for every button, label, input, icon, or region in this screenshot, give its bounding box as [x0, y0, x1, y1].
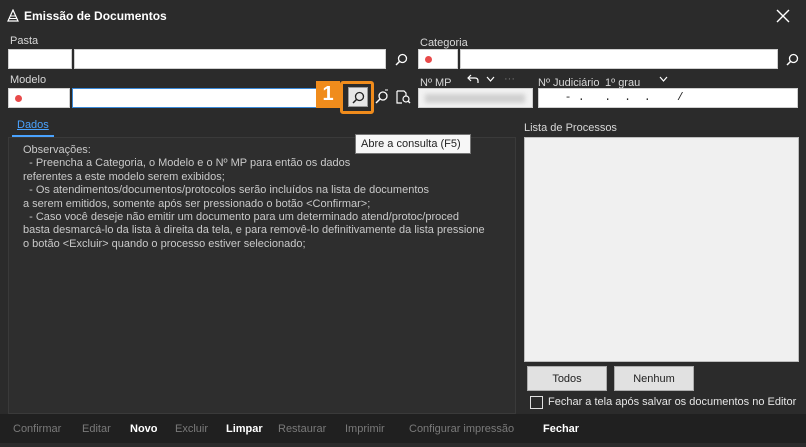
todos-button[interactable]: Todos	[527, 366, 607, 391]
categoria-code-field[interactable]	[418, 49, 458, 69]
imprimir-button[interactable]: Imprimir	[345, 423, 385, 435]
pasta-search-button[interactable]	[392, 50, 410, 68]
pasta-name-field[interactable]	[74, 49, 386, 69]
lista-processos-label: Lista de Processos	[524, 122, 617, 134]
window-title: Emissão de Documentos	[24, 9, 167, 23]
more-options-icon[interactable]: ···	[504, 73, 515, 85]
chevron-down-icon	[659, 76, 667, 82]
undo-button[interactable]	[466, 73, 480, 85]
close-button[interactable]	[770, 4, 796, 28]
dados-panel: Observações: - Preencha a Categoria, o M…	[8, 137, 516, 414]
editar-button[interactable]: Editar	[82, 423, 111, 435]
required-indicator	[15, 95, 22, 102]
document-search-icon	[396, 90, 411, 104]
observation-line: referentes a este modelo serem exibidos;	[23, 170, 225, 183]
categoria-label: Categoria	[420, 37, 468, 49]
undo-arrow-icon	[467, 74, 479, 83]
pasta-label: Pasta	[10, 35, 39, 47]
modelo-name-field[interactable]	[72, 88, 343, 108]
limpar-button[interactable]: Limpar	[226, 423, 263, 435]
redacted-value	[425, 94, 525, 103]
close-icon	[776, 9, 790, 23]
annotation-number-badge: 1	[316, 81, 340, 108]
njud-field[interactable]: - . . . . /	[538, 88, 798, 108]
search-tooltip: Abre a consulta (F5)	[355, 134, 471, 154]
close-after-save-checkbox[interactable]	[530, 396, 543, 409]
observation-line: o botão <Excluir> quando o processo esti…	[23, 237, 306, 250]
action-toolbar: Confirmar Editar Novo Excluir Limpar Res…	[0, 414, 806, 443]
nenhum-button[interactable]: Nenhum	[614, 366, 694, 391]
advanced-search-button[interactable]	[373, 88, 391, 106]
title-bar: Emissão de Documentos	[0, 0, 806, 32]
observations-text: Observações: - Preencha a Categoria, o M…	[23, 144, 513, 251]
search-icon	[394, 53, 407, 66]
observation-line: a serem emitidos, somente após ser press…	[23, 197, 371, 210]
nmp-dropdown-button[interactable]	[484, 73, 496, 85]
tab-dados[interactable]: Dados	[12, 119, 54, 137]
search-filter-icon	[375, 89, 388, 104]
configurar-impressao-button[interactable]: Configurar impressão	[409, 423, 514, 435]
observation-line: - Os atendimentos/documentos/protocolos …	[23, 184, 430, 197]
modelo-code-field[interactable]	[8, 88, 70, 108]
search-icon	[785, 53, 798, 66]
modelo-label: Modelo	[10, 74, 47, 86]
excluir-button[interactable]: Excluir	[175, 423, 208, 435]
grau-dropdown-button[interactable]	[657, 73, 669, 85]
restaurar-button[interactable]: Restaurar	[278, 423, 326, 435]
novo-button[interactable]: Novo	[130, 423, 158, 435]
observation-line: basta desmarcá-lo da lista à direita da …	[23, 224, 485, 237]
observation-line: - Preencha a Categoria, o Modelo e o Nº …	[23, 157, 351, 170]
app-logo-icon	[6, 8, 20, 23]
process-list[interactable]	[524, 137, 799, 362]
document-search-button[interactable]	[394, 88, 412, 106]
fechar-button[interactable]: Fechar	[543, 423, 579, 435]
nmp-field[interactable]	[418, 88, 533, 108]
confirmar-button[interactable]: Confirmar	[13, 423, 61, 435]
categoria-search-button[interactable]	[783, 50, 801, 68]
annotation-highlight-box	[340, 81, 374, 114]
observation-line: - Caso você deseje não emitir um documen…	[23, 211, 459, 224]
categoria-name-field[interactable]	[460, 49, 778, 69]
close-after-save-label[interactable]: Fechar a tela após salvar os documentos …	[548, 396, 796, 408]
pasta-code-field[interactable]	[8, 49, 72, 69]
required-indicator	[425, 56, 432, 63]
chevron-down-icon	[486, 76, 494, 82]
